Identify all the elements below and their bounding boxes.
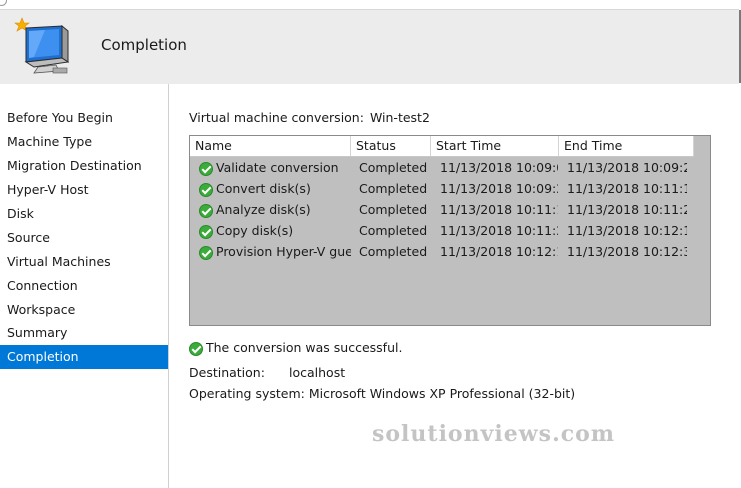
operating-system-line: Operating system: Microsoft Windows XP P… <box>189 386 575 401</box>
virtual-machine-computer-icon <box>14 17 70 74</box>
success-check-icon <box>199 245 213 260</box>
row-status: Completed <box>359 181 428 196</box>
wizard-header: Completion <box>0 0 741 84</box>
table-row[interactable]: Convert disk(s) Completed 11/13/2018 10:… <box>190 178 694 199</box>
destination-line: Destination: localhost <box>189 365 345 380</box>
column-header-end-time[interactable]: End Time <box>559 136 694 156</box>
conversion-vm-name: Win-test2 <box>369 110 430 125</box>
destination-value: localhost <box>289 365 346 380</box>
success-check-icon <box>189 341 203 356</box>
table-row[interactable]: Analyze disk(s) Completed 11/13/2018 10:… <box>190 199 694 220</box>
success-message: The conversion was successful. <box>206 340 403 355</box>
row-status: Completed <box>359 202 428 217</box>
wizard-steps-sidebar: Before You Begin Machine Type Migration … <box>0 84 169 488</box>
row-name-cell: Convert disk(s) <box>199 178 351 199</box>
sidebar-item-workspace[interactable]: Workspace <box>0 298 168 322</box>
column-header-name[interactable]: Name <box>190 136 351 156</box>
row-start-time: 11/13/2018 10:09:02 A <box>440 160 558 175</box>
row-status: Completed <box>359 244 428 259</box>
row-start-time: 11/13/2018 10:11:22 A <box>440 223 558 238</box>
sidebar-item-connection[interactable]: Connection <box>0 274 168 298</box>
conversion-label: Virtual machine conversion: <box>189 110 364 125</box>
row-status: Completed <box>359 223 428 238</box>
row-name-cell: Copy disk(s) <box>199 220 351 241</box>
os-label: Operating system: <box>189 386 305 401</box>
row-name-cell: Analyze disk(s) <box>199 199 351 220</box>
row-end-time: 11/13/2018 10:12:19 A <box>567 223 687 238</box>
row-name: Copy disk(s) <box>216 223 294 238</box>
row-end-time: 11/13/2018 10:12:33 A <box>567 244 687 259</box>
row-end-time: 11/13/2018 10:11:16 A <box>567 181 687 196</box>
watermark: solutionviews.com <box>372 421 616 447</box>
table-row[interactable]: Provision Hyper-V guest Completed 11/13/… <box>190 241 694 262</box>
row-name: Analyze disk(s) <box>216 202 311 217</box>
row-start-time: 11/13/2018 10:12:19 A <box>440 244 558 259</box>
window-corner-icon <box>0 0 7 6</box>
row-end-time: 11/13/2018 10:09:24 A <box>567 160 687 175</box>
sidebar-item-completion[interactable]: Completion <box>0 345 168 369</box>
sidebar-item-virtual-machines[interactable]: Virtual Machines <box>0 250 168 274</box>
row-name-cell: Validate conversion <box>199 157 351 178</box>
sidebar-item-hyper-v-host[interactable]: Hyper-V Host <box>0 178 168 202</box>
row-name: Provision Hyper-V guest <box>216 244 351 259</box>
sidebar-item-before-you-begin[interactable]: Before You Begin <box>0 106 168 130</box>
table-row[interactable]: Validate conversion Completed 11/13/2018… <box>190 157 694 178</box>
success-message-line: The conversion was successful. <box>189 340 402 356</box>
row-end-time: 11/13/2018 10:11:22 A <box>567 202 687 217</box>
sidebar-item-migration-destination[interactable]: Migration Destination <box>0 154 168 178</box>
sidebar-item-source[interactable]: Source <box>0 226 168 250</box>
conversion-steps-table[interactable]: Name Status Start Time End Time Validate… <box>189 135 711 326</box>
page-title: Completion <box>101 36 187 54</box>
column-header-status[interactable]: Status <box>351 136 431 156</box>
row-status: Completed <box>359 160 428 175</box>
destination-label: Destination: <box>189 365 265 380</box>
os-value: Microsoft Windows XP Professional (32-bi… <box>308 386 576 401</box>
success-check-icon <box>199 182 213 197</box>
row-start-time: 11/13/2018 10:09:24 A <box>440 181 558 196</box>
table-header: Name Status Start Time End Time <box>190 136 694 157</box>
sidebar-item-disk[interactable]: Disk <box>0 202 168 226</box>
row-name: Validate conversion <box>216 160 339 175</box>
success-check-icon <box>199 161 213 176</box>
row-name: Convert disk(s) <box>216 181 311 196</box>
column-header-start-time[interactable]: Start Time <box>431 136 559 156</box>
table-row[interactable]: Copy disk(s) Completed 11/13/2018 10:11:… <box>190 220 694 241</box>
success-check-icon <box>199 203 213 218</box>
sidebar-item-machine-type[interactable]: Machine Type <box>0 130 168 154</box>
success-check-icon <box>199 224 213 239</box>
conversion-line: Virtual machine conversion: Win-test2 <box>189 110 430 125</box>
row-name-cell: Provision Hyper-V guest <box>199 241 351 262</box>
sidebar-item-summary[interactable]: Summary <box>0 321 168 345</box>
row-start-time: 11/13/2018 10:11:16 A <box>440 202 558 217</box>
